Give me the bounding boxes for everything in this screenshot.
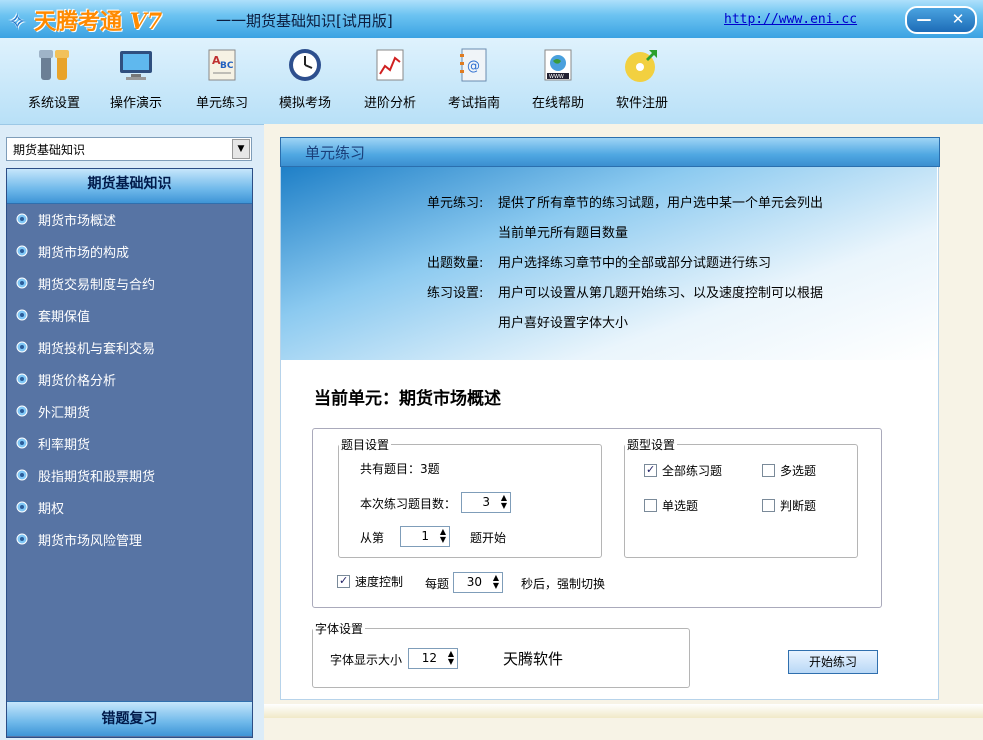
spinner-arrows-icon[interactable]: ▲ ▼ [440,528,446,544]
sidebar-item[interactable]: 期货市场风险管理 [15,529,245,549]
current-unit-title: 当前单元：期货市场概述 [314,389,501,409]
sidebar-header: 期货基础知识 [7,169,252,204]
sidebar-item[interactable]: 利率期货 [15,433,245,453]
bottom-strip [264,704,983,718]
question-count-stepper[interactable]: 3 ▲ ▼ [461,492,511,513]
sidebar: 期货基础知识 期货市场概述 期货市场的构成 期货交易制度与合约 套期保值 期货投… [6,168,253,738]
website-link[interactable]: http://www.eni.cc [724,12,857,27]
seconds-suffix: 秒后，强制切换 [521,577,606,591]
speed-control-checkbox[interactable]: ✓ [337,574,350,588]
multiple-choice-checkbox[interactable] [762,464,775,477]
single-choice-checkbox[interactable] [644,499,657,512]
sidebar-item[interactable]: 期权 [15,497,245,517]
question-settings-legend: 题目设置 [341,438,390,452]
version-label: V7 [129,9,163,35]
toolbar-system-settings[interactable]: 系统设置 [16,46,92,111]
all-questions-checkbox[interactable]: ✓ [644,463,657,477]
logo-mark-icon: ✧ [8,10,27,35]
gear-icon [16,501,28,513]
gear-icon [16,437,28,449]
toolbar-advanced-analysis[interactable]: 进阶分析 [352,46,428,111]
cd-icon [623,46,661,84]
sidebar-item[interactable]: 期货市场的构成 [15,241,245,261]
count-label: 本次练习题目数： [360,497,457,511]
window-title: 一一期货基础知识[试用版] [216,12,393,30]
font-size-stepper[interactable]: 12 ▲ ▼ [408,648,458,669]
font-sample-text: 天腾软件 [503,650,564,668]
chart-icon [371,46,409,84]
total-questions-label: 共有题目：3题 [360,462,440,476]
minimize-button[interactable]: — [907,8,941,32]
all-questions-label: 全部练习题 [662,464,723,478]
abc-book-icon: A BC [203,46,241,84]
www-icon: WWW [539,46,577,84]
gear-icon [16,533,28,545]
subject-select-value: 期货基础知识 [13,143,86,157]
sidebar-item[interactable]: 期货市场概述 [15,209,245,229]
svg-text:@: @ [467,59,480,74]
true-false-checkbox[interactable] [762,499,775,512]
sidebar-item[interactable]: 外汇期货 [15,401,245,421]
gear-icon [16,213,28,225]
toolbar-exam-guide[interactable]: @ 考试指南 [436,46,512,111]
title-bar: ✧ 天腾考通 V7 一一期货基础知识[试用版] http://www.eni.c… [0,0,983,38]
gear-icon [16,469,28,481]
svg-text:WWW: WWW [549,74,564,80]
info-banner: 单元练习: 提供了所有章节的练习试题，用户选中某一个单元会列出 当前单元所有题目… [281,166,937,360]
seconds-stepper[interactable]: 30 ▲ ▼ [453,572,503,593]
main-toolbar: 系统设置 操作演示 A BC 单元练习 模拟考场 进阶分析 @ 考试指南 WWW … [0,38,983,125]
section-header: 单元练习 [280,137,940,167]
monitor-icon [117,46,155,84]
clock-icon [286,46,324,84]
speed-control-label: 速度控制 [355,575,404,589]
gear-icon [16,245,28,257]
settings-icon [35,46,73,84]
wrong-answers-review-button[interactable]: 错题复习 [7,701,252,736]
toolbar-demo[interactable]: 操作演示 [98,46,174,111]
toolbar-online-help[interactable]: WWW 在线帮助 [520,46,596,111]
logo-text: 天腾考通 [34,10,123,35]
start-from-label: 从第 [360,531,385,545]
gear-icon [16,341,28,353]
spinner-arrows-icon[interactable]: ▲ ▼ [493,574,499,590]
app-logo: ✧ 天腾考通 V7 [8,4,162,36]
question-type-legend: 题型设置 [627,438,676,452]
window-controls: — ✕ [905,6,977,34]
true-false-label: 判断题 [780,499,817,513]
gear-icon [16,277,28,289]
spinner-arrows-icon[interactable]: ▲ ▼ [501,494,507,510]
toolbar-register[interactable]: 软件注册 [604,46,680,111]
gear-icon [16,309,28,321]
spinner-arrows-icon[interactable]: ▲ ▼ [448,650,454,666]
sidebar-item[interactable]: 股指期货和股票期货 [15,465,245,485]
gear-icon [16,373,28,385]
start-practice-button[interactable]: 开始练习 [788,650,878,674]
start-from-stepper[interactable]: 1 ▲ ▼ [400,526,450,547]
subject-select[interactable]: 期货基础知识 ▼ [6,137,252,161]
single-choice-label: 单选题 [662,499,699,513]
toolbar-unit-practice[interactable]: A BC 单元练习 [184,46,260,111]
sidebar-item[interactable]: 期货价格分析 [15,369,245,389]
gear-icon [16,405,28,417]
multiple-choice-label: 多选题 [780,464,817,478]
sidebar-item[interactable]: 套期保值 [15,305,245,325]
toolbar-mock-exam[interactable]: 模拟考场 [267,46,343,111]
font-settings-legend: 字体设置 [315,622,364,636]
font-size-label: 字体显示大小 [330,653,403,667]
start-from-suffix: 题开始 [470,531,507,545]
section-title: 单元练习 [305,144,366,162]
svg-text:BC: BC [220,61,234,71]
address-book-icon: @ [455,46,493,84]
chevron-down-icon[interactable]: ▼ [232,139,250,159]
close-button[interactable]: ✕ [941,8,975,32]
sidebar-item[interactable]: 期货投机与套利交易 [15,337,245,357]
per-question-label: 每题 [425,577,450,591]
question-type-group: 题型设置 [624,436,858,558]
sidebar-item[interactable]: 期货交易制度与合约 [15,273,245,293]
